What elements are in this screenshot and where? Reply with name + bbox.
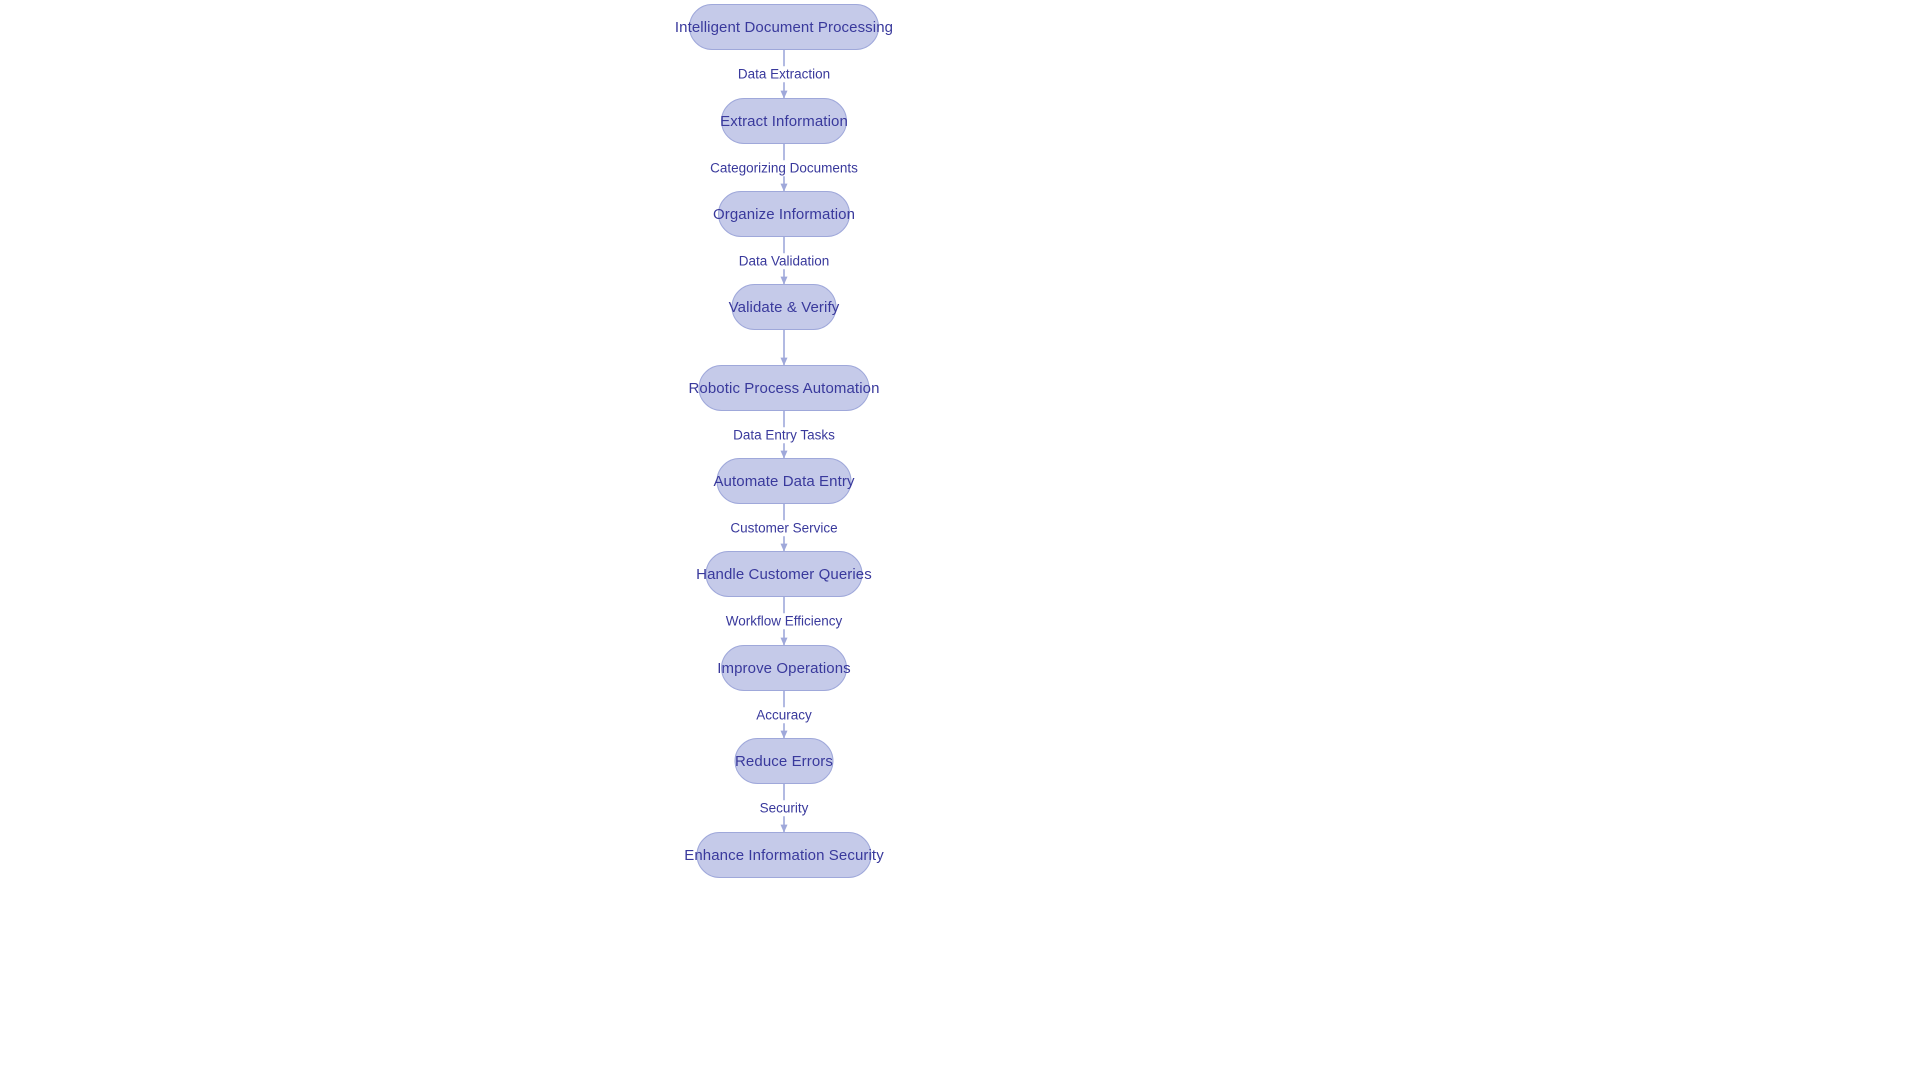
flow-node-label: Organize Information	[712, 205, 856, 223]
edge-label: Workflow Efficiency	[721, 613, 847, 629]
flow-node-label: Improve Operations	[717, 659, 851, 677]
node-layer: Intelligent Document Processing Extract I…	[0, 0, 1920, 1080]
flow-node-label: Robotic Process Automation	[688, 379, 880, 397]
flow-node-n4[interactable]: Robotic Process Automation	[688, 365, 879, 411]
edge-label: Data Entry Tasks	[729, 427, 839, 443]
flowchart-canvas: Intelligent Document Processing Extract I…	[0, 0, 1920, 1080]
edge-label: Customer Service	[726, 520, 842, 536]
flow-node-n5[interactable]: Automate Data Entry	[713, 458, 854, 504]
flow-node-n7[interactable]: Improve Operations	[717, 645, 851, 691]
flow-node-label: Intelligent Document Processing	[674, 18, 894, 36]
flow-node-n1[interactable]: Extract Information	[720, 98, 848, 144]
edge-label: Accuracy	[752, 707, 816, 723]
flow-node-label: Extract Information	[720, 112, 848, 130]
flow-node-n0[interactable]: Intelligent Document Processing	[675, 4, 893, 50]
flow-node-label: Enhance Information Security	[684, 846, 884, 864]
flow-node-label: Reduce Errors	[735, 752, 834, 770]
flow-node-n8[interactable]: Reduce Errors	[734, 738, 834, 784]
flow-node-n6[interactable]: Handle Customer Queries	[696, 551, 872, 597]
flow-node-label: Handle Customer Queries	[696, 565, 872, 583]
edge-label: Data Validation	[734, 253, 834, 269]
flow-node-n2[interactable]: Organize Information	[713, 191, 855, 237]
flow-node-label: Validate & Verify	[728, 298, 840, 316]
flow-node-n9[interactable]: Enhance Information Security	[684, 832, 884, 878]
edge-label: Categorizing Documents	[706, 160, 862, 176]
flow-node-label: Automate Data Entry	[713, 472, 855, 490]
edge-label: Data Extraction	[733, 66, 835, 82]
edge-label: Security	[755, 800, 813, 816]
flow-node-n3[interactable]: Validate & Verify	[728, 284, 840, 330]
